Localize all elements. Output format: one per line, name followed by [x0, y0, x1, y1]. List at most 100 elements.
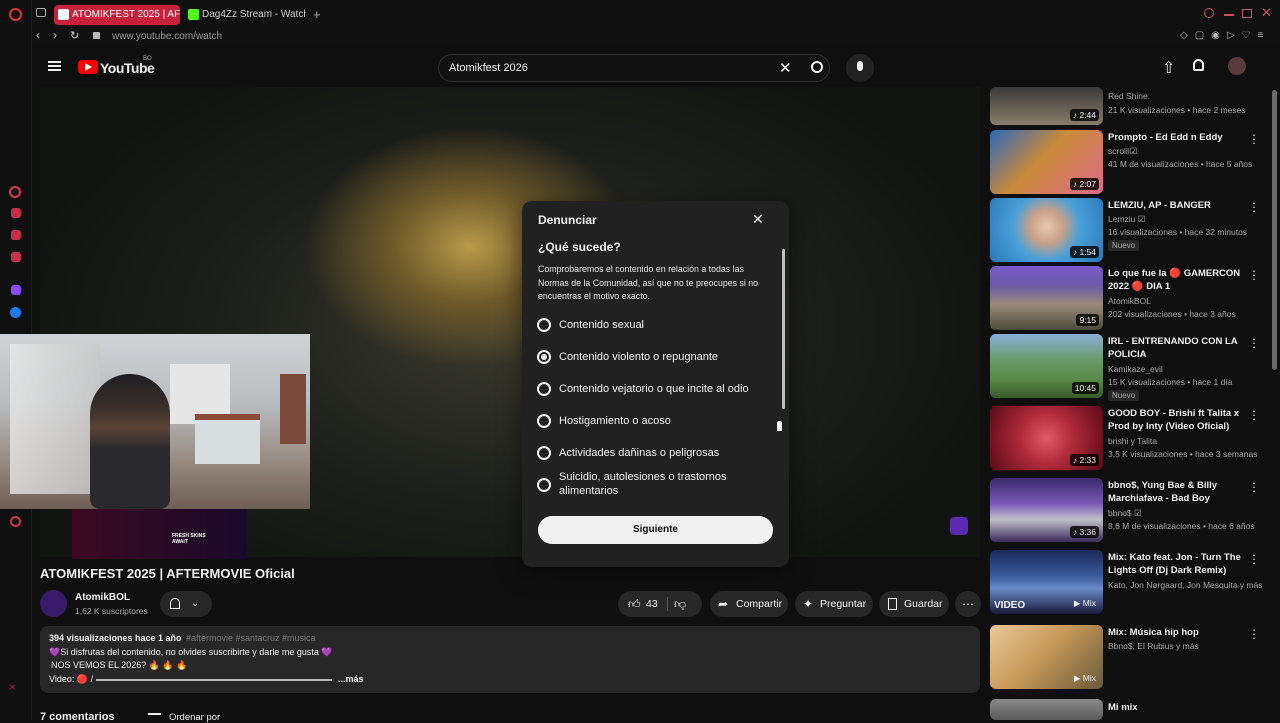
- avatar[interactable]: [1228, 57, 1246, 75]
- sort-icon[interactable]: [148, 713, 161, 719]
- recommendation-item[interactable]: ♪ 2:44 Red Shine. 21 K visualizaciones •…: [990, 87, 1272, 125]
- radio-button[interactable]: [537, 478, 551, 492]
- notifications-icon[interactable]: [1193, 59, 1204, 71]
- option-label: Actividades dañinas o peligrosas: [559, 447, 720, 459]
- share-button[interactable]: ➦ Compartir: [710, 591, 788, 617]
- radio-button[interactable]: [537, 318, 551, 332]
- recommendation-item[interactable]: VIDEO ▶ Mix Mix: Kato feat. Jon - Turn T…: [990, 550, 1272, 614]
- radio-button[interactable]: [537, 382, 551, 396]
- recommendation-item[interactable]: ♪ 3:36 bbno$, Yung Bae & Billy Marchiafa…: [990, 478, 1272, 542]
- address-bar: ‹ › ↻ www.youtube.com/watch ◇▢◉▷♡≡: [32, 28, 1280, 46]
- more-options-icon[interactable]: ⋮: [1248, 200, 1260, 214]
- new-tab-button[interactable]: +: [313, 7, 321, 22]
- menu-icon-middle: [48, 65, 61, 67]
- mix-badge: ▶ Mix: [1073, 598, 1096, 608]
- url-field[interactable]: www.youtube.com/watch: [112, 31, 222, 42]
- forward-icon[interactable]: ›: [53, 28, 57, 42]
- more-options-icon[interactable]: ⋮: [1248, 552, 1260, 566]
- option-label: Contenido sexual: [559, 319, 645, 331]
- recommendation-item[interactable]: ▶ Mix Mix: Música hip hop Bbno$, El Rubi…: [990, 625, 1272, 689]
- channel-name: AtomikBOL: [1108, 296, 1151, 306]
- description-line: Video: 🔴 /: [49, 674, 94, 684]
- reload-icon[interactable]: ↻: [70, 29, 79, 42]
- search-icon[interactable]: [811, 61, 823, 73]
- more-options-icon[interactable]: ⋮: [1248, 268, 1260, 282]
- option-contenido-violento[interactable]: Contenido violento o repugnante: [522, 349, 772, 365]
- description-line: NOS VEMOS EL 2026? 🔥 🔥 🔥: [51, 660, 188, 670]
- tabs-icon[interactable]: [9, 186, 21, 198]
- dislike-button[interactable]: 👎︎: [674, 591, 686, 617]
- more-options-icon[interactable]: ⋮: [1248, 480, 1260, 494]
- extensions-icon[interactable]: ✕: [9, 683, 23, 697]
- video-thumbnail[interactable]: 10:45: [990, 334, 1103, 398]
- recommendation-item[interactable]: 10:45 IRL - ENTRENANDO CON LA POLICIA Ka…: [990, 334, 1272, 401]
- minimize-icon[interactable]: [1224, 14, 1234, 16]
- back-icon[interactable]: ‹: [36, 28, 40, 42]
- clear-search-icon[interactable]: ✕: [779, 59, 792, 77]
- more-options-icon[interactable]: ⋮: [1248, 336, 1260, 350]
- save-button[interactable]: Guardar: [879, 591, 949, 617]
- video-thumbnail[interactable]: ♪ 1:54: [990, 198, 1103, 262]
- more-options-icon[interactable]: ⋮: [1248, 627, 1260, 641]
- bag-icon[interactable]: [11, 208, 21, 218]
- radio-button[interactable]: [537, 414, 551, 428]
- subscribed-button[interactable]: ⌄: [160, 591, 212, 617]
- create-icon[interactable]: ⇧: [1162, 58, 1175, 78]
- video-thumbnail[interactable]: VIDEO ▶ Mix: [990, 550, 1103, 614]
- option-hostigamiento[interactable]: Hostigamiento o acoso: [522, 413, 772, 429]
- option-actividades-daninas[interactable]: Actividades dañinas o peligrosas: [522, 445, 772, 461]
- recommendation-item[interactable]: ♪ 2:07 Prompto - Ed Edd n Eddy scrolli☑ …: [990, 130, 1272, 194]
- recommendation-item[interactable]: Mi mix: [990, 699, 1272, 720]
- hashtags[interactable]: #aftermovie #santacruz #musica: [186, 633, 316, 643]
- video-thumbnail[interactable]: ▶ Mix: [990, 625, 1103, 689]
- video-thumbnail[interactable]: [990, 699, 1103, 720]
- sort-button[interactable]: Ordenar por: [169, 712, 220, 723]
- channel-name[interactable]: AtomikBOL: [75, 592, 130, 603]
- page-scrollbar[interactable]: [1272, 90, 1277, 370]
- settings-icon[interactable]: [10, 516, 21, 527]
- more-options-icon[interactable]: ⋮: [1248, 408, 1260, 422]
- option-suicidio[interactable]: Suicidio, autolesiones o trastornos alim…: [522, 470, 772, 500]
- video-thumbnail[interactable]: ♪ 2:33: [990, 406, 1103, 470]
- youtube-logo-text[interactable]: YouTube: [100, 60, 155, 76]
- workspaces-icon[interactable]: [36, 8, 46, 17]
- radio-button[interactable]: [537, 446, 551, 460]
- webcam-overlay: [0, 334, 310, 509]
- option-label: Hostigamiento o acoso: [559, 415, 671, 427]
- channel-avatar[interactable]: [40, 590, 67, 617]
- show-more-link[interactable]: ...más: [338, 674, 364, 684]
- next-button[interactable]: Siguiente: [538, 516, 773, 544]
- close-window-icon[interactable]: ✕: [1261, 5, 1272, 21]
- page-actions-icons[interactable]: ◇▢◉▷♡≡: [1180, 30, 1270, 41]
- maximize-icon[interactable]: [1242, 9, 1252, 18]
- tab-active[interactable]: ATOMIKFEST 2025 | AFTE: [54, 5, 180, 25]
- description-box[interactable]: 394 visualizaciones hace 1 año #aftermov…: [40, 626, 980, 693]
- tab-inactive[interactable]: Dag4Zz Stream - Watch Li: [184, 5, 306, 25]
- radio-button-selected[interactable]: [537, 350, 551, 364]
- search-tabs-icon[interactable]: [1204, 8, 1214, 18]
- video-thumbnail[interactable]: ♪ 3:36: [990, 478, 1103, 542]
- opera-logo-icon[interactable]: [9, 8, 22, 21]
- video-thumbnail[interactable]: ♪ 2:44: [990, 87, 1103, 125]
- news-icon[interactable]: [11, 252, 21, 262]
- next-button-label: Siguiente: [632, 524, 678, 535]
- twitch-icon[interactable]: [11, 285, 21, 295]
- duration-badge: ♪ 2:33: [1069, 454, 1099, 466]
- search-input[interactable]: Atomikfest 2026: [449, 62, 528, 74]
- more-actions-button[interactable]: ⋯: [955, 591, 981, 617]
- option-contenido-sexual[interactable]: Contenido sexual: [522, 317, 772, 333]
- upload-age: hace 1 año: [135, 633, 182, 643]
- recommendation-item[interactable]: 9:15 Lo que fue la 🔴 GAMERCON 2022 🔴 DIA…: [990, 266, 1272, 330]
- option-contenido-vejatorio[interactable]: Contenido vejatorio o que incite al odio: [522, 381, 772, 397]
- close-dialog-icon[interactable]: ✕: [752, 211, 764, 228]
- more-options-icon[interactable]: ⋮: [1248, 132, 1260, 146]
- recommendation-item[interactable]: ♪ 2:33 GOOD BOY - Brishi ft Talita x Pro…: [990, 406, 1272, 470]
- video-thumbnail[interactable]: ♪ 2:07: [990, 130, 1103, 194]
- ask-button[interactable]: ✦ Preguntar: [795, 591, 873, 617]
- chat-icon[interactable]: [11, 230, 21, 240]
- messenger-icon[interactable]: [10, 307, 21, 318]
- recommendation-item[interactable]: ♪ 1:54 LEMZIU, AP - BANGER Lemziu ☑ 16 v…: [990, 198, 1272, 262]
- like-button[interactable]: 👍︎ 43: [624, 591, 664, 617]
- video-thumbnail[interactable]: 9:15: [990, 266, 1103, 330]
- scrollbar-thumb[interactable]: [782, 249, 785, 409]
